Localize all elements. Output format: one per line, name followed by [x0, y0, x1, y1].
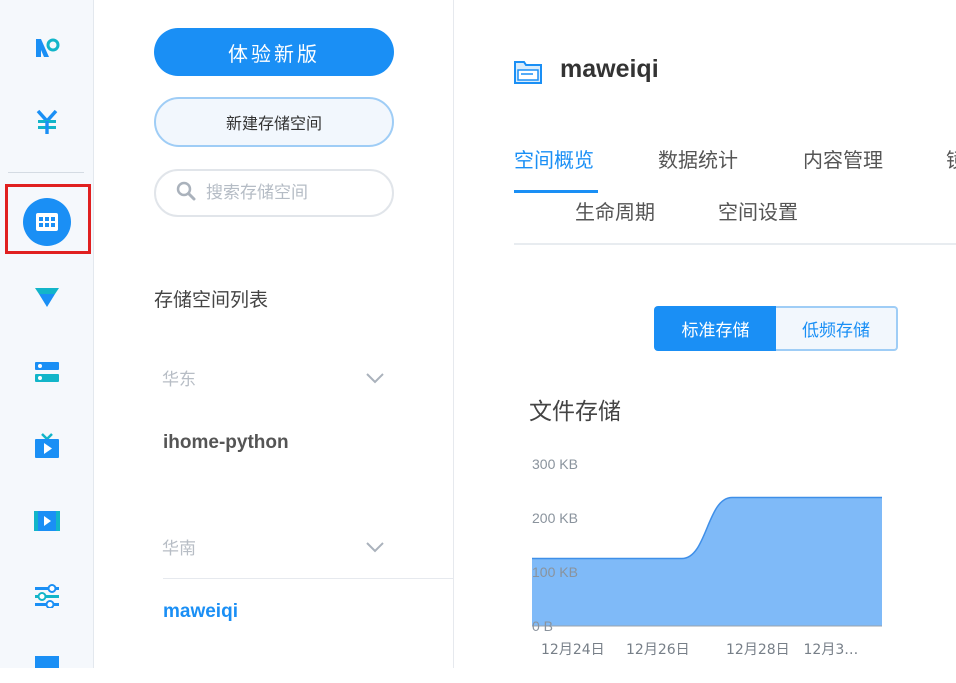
region-east[interactable]: 华东 — [162, 365, 196, 390]
x-tick-label: 12月26日 — [626, 642, 690, 658]
x-tick-label: 12月24日 — [541, 642, 605, 658]
tab-content-management[interactable]: 内容管理 — [803, 144, 883, 173]
search-icon — [176, 181, 196, 205]
chart-title: 文件存储 — [529, 399, 621, 425]
video-icon[interactable] — [32, 506, 62, 536]
bucket-folder-icon — [513, 56, 543, 90]
tv-icon[interactable] — [32, 431, 62, 461]
chevron-down-icon[interactable] — [365, 369, 385, 388]
yuan-icon[interactable] — [32, 107, 62, 137]
sliders-icon[interactable] — [32, 581, 62, 611]
tabs-divider — [514, 243, 956, 245]
bucket-search[interactable] — [154, 169, 394, 217]
standard-storage-toggle[interactable]: 标准存储 — [654, 306, 777, 351]
file-storage-chart: 300 KB 200 KB 100 KB 0 B 12月24日 12月26日 12月28日 1… — [532, 456, 882, 658]
search-input[interactable] — [204, 182, 388, 204]
y-tick-label: 0 B — [532, 618, 553, 634]
y-tick-label: 300 KB — [532, 456, 578, 472]
funnel-icon[interactable] — [32, 282, 62, 312]
chevron-down-icon[interactable] — [365, 538, 385, 557]
server-icon[interactable] — [32, 357, 62, 387]
rail-divider — [8, 172, 84, 173]
tab-mirror[interactable]: 镜 — [946, 144, 956, 173]
side-rail — [0, 0, 94, 668]
grid-icon[interactable] — [23, 198, 71, 246]
tab-overview[interactable]: 空间概览 — [514, 144, 594, 173]
folder-icon[interactable] — [32, 653, 62, 683]
tab-bucket-settings[interactable]: 空间设置 — [718, 196, 798, 225]
bucket-item-ihome-python[interactable]: ihome-python — [163, 432, 289, 454]
tab-lifecycle[interactable]: 生命周期 — [575, 196, 655, 225]
bucket-list-heading: 存储空间列表 — [154, 289, 269, 311]
y-tick-label: 200 KB — [532, 510, 578, 526]
x-tick-label: 12月28日 — [726, 642, 790, 658]
list-divider — [163, 578, 454, 579]
chart-area — [532, 497, 882, 626]
create-bucket-button[interactable]: 新建存储空间 — [154, 97, 394, 147]
try-new-version-button[interactable]: 体验新版 — [154, 28, 394, 76]
infrequent-storage-toggle[interactable]: 低频存储 — [776, 306, 898, 351]
x-tick-label: 12月3… — [804, 642, 859, 658]
bucket-item-maweiqi[interactable]: maweiqi — [163, 601, 238, 623]
page-title: maweiqi — [560, 55, 659, 83]
active-tab-indicator — [514, 190, 598, 193]
y-tick-label: 100 KB — [532, 564, 578, 580]
region-south[interactable]: 华南 — [162, 534, 196, 559]
tab-statistics[interactable]: 数据统计 — [658, 144, 738, 173]
logo-icon[interactable] — [32, 33, 62, 63]
